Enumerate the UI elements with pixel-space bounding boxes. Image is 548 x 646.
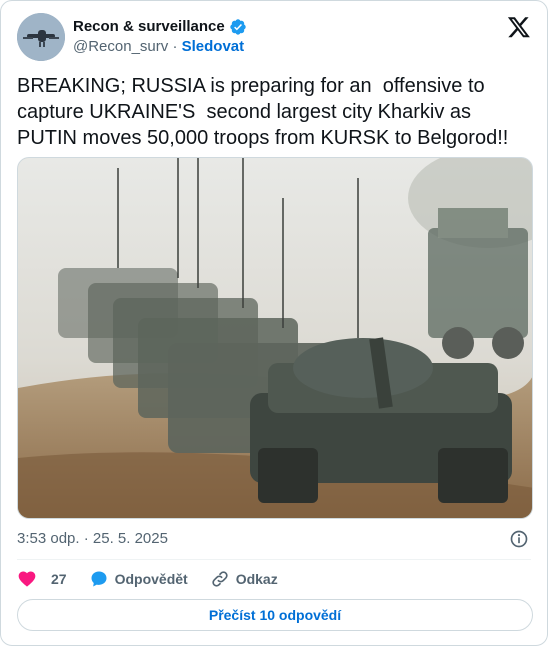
tweet-embed-card: Recon & surveillance @Recon_surv · Sledo…: [0, 0, 548, 646]
read-replies-button[interactable]: Přečíst 10 odpovědí: [17, 599, 533, 631]
copy-link-button[interactable]: Odkaz: [210, 569, 278, 589]
handle-row: @Recon_surv · Sledovat: [73, 37, 247, 57]
display-name[interactable]: Recon & surveillance: [73, 17, 225, 37]
display-name-row: Recon & surveillance: [73, 17, 247, 37]
x-logo-icon[interactable]: [507, 15, 531, 39]
account-names: Recon & surveillance @Recon_surv · Sledo…: [73, 17, 247, 57]
handle-separator: ·: [168, 38, 182, 55]
like-button[interactable]: 27: [17, 569, 67, 589]
verified-badge-icon: [230, 19, 246, 35]
divider: [17, 559, 531, 560]
handle[interactable]: @Recon_surv: [73, 38, 168, 55]
tweet-timestamp[interactable]: 3:53 odp. · 25. 5. 2025: [17, 529, 168, 549]
tweet-actions: 27 Odpovědět Odkaz: [17, 567, 300, 591]
avatar[interactable]: [17, 13, 65, 61]
tweet-media-photo[interactable]: [17, 157, 533, 519]
follow-link[interactable]: Sledovat: [182, 38, 245, 55]
tweet-text: BREAKING; RUSSIA is preparing for an off…: [17, 75, 509, 149]
heart-icon: [18, 571, 36, 587]
info-icon[interactable]: [509, 529, 529, 549]
tweet-header: Recon & surveillance @Recon_surv · Sledo…: [17, 13, 531, 61]
tanks-column-image: [18, 158, 532, 518]
like-count: 27: [51, 571, 67, 587]
link-icon: [212, 571, 228, 587]
reply-label: Odpovědět: [114, 571, 188, 587]
link-label: Odkaz: [235, 571, 278, 587]
reply-bubble-icon: [91, 571, 107, 587]
reply-button[interactable]: Odpovědět: [89, 569, 188, 589]
